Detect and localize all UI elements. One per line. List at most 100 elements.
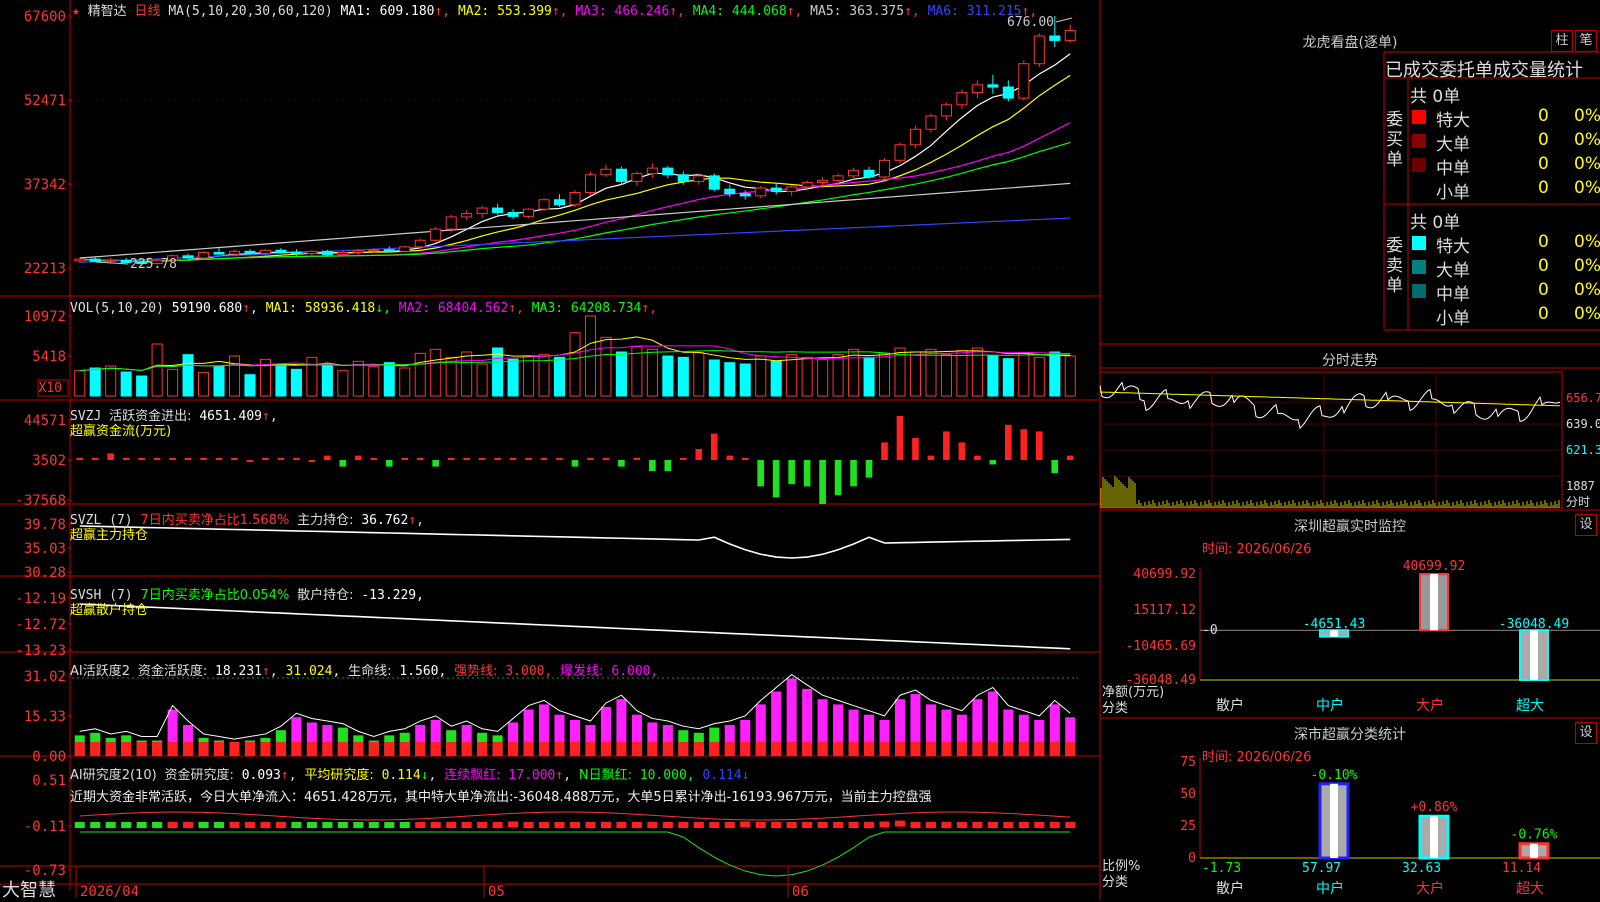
volume-bar (321, 364, 333, 397)
active-base-bar (569, 742, 581, 756)
brand-logo[interactable]: 大智慧 (2, 876, 56, 902)
research-bar (554, 822, 565, 828)
candle-body (352, 250, 364, 253)
svzj-bar (803, 460, 811, 487)
research-bar (244, 822, 256, 828)
svzj-bar (525, 457, 532, 460)
active-base-bar (105, 742, 116, 756)
ai-active-y-label: 31.02 (24, 669, 66, 685)
buy-row-name: 小单 (1436, 183, 1470, 203)
svzj-bar (153, 457, 161, 460)
buy-row-name: 特大 (1436, 111, 1470, 131)
research-bar (260, 822, 271, 828)
tick-mode-button[interactable]: 笔 (1575, 30, 1597, 52)
buy-row-pct: 0% (1574, 178, 1600, 198)
svzj-bar (308, 460, 316, 462)
stock-name[interactable]: 精智达 (88, 4, 127, 19)
monitor-bar-highlight (1430, 574, 1438, 631)
monitor-unit-label: 净额(万元) (1102, 685, 1164, 700)
fenshi-y-label: 656.7 (1566, 391, 1600, 405)
buy-row-count: 0 (1538, 106, 1549, 126)
classify-settings-button[interactable]: 设 (1575, 722, 1597, 744)
monitor-date: 时间: 2026/06/26 (1202, 542, 1312, 557)
svzj-bar (200, 457, 207, 460)
svzl-up: ↑ (408, 513, 417, 528)
volume-bar (801, 356, 813, 397)
svzj-bar (169, 457, 176, 460)
research-bar (724, 822, 735, 828)
sell-row-count: 0 (1538, 256, 1549, 276)
candle-body (770, 187, 782, 192)
research-bar (291, 822, 302, 828)
volume-bar (569, 332, 581, 397)
active-base-bar (554, 742, 565, 756)
svzj-bar (231, 457, 238, 460)
svsh-subtitle: 超赢散户持仓 (70, 603, 149, 618)
research-bar (121, 822, 132, 828)
svzj-bar (989, 460, 997, 465)
classify-change-label: -0.10% (1311, 768, 1358, 783)
vol-ma-1-value: MA1: 58936.418 (265, 301, 376, 316)
research-bar (833, 822, 844, 828)
sell-row-count: 0 (1538, 232, 1549, 252)
candle-body (755, 187, 767, 197)
active-base-bar (523, 742, 534, 756)
svzj-bar (246, 460, 254, 462)
active-base-bar (771, 742, 782, 756)
volume-bar (848, 348, 860, 397)
research-bar (987, 822, 998, 828)
svsh-line (79, 603, 1071, 650)
classify-y-label: 50 (1180, 787, 1196, 802)
volume-bar (987, 355, 999, 397)
x-axis-label: 06 (792, 884, 809, 900)
ma-6-value: MA6: 311.215 (919, 4, 1022, 19)
svzj-y-label: -37568 (15, 493, 66, 509)
sell-row-name: 大单 (1436, 261, 1470, 281)
active-base-bar (260, 742, 271, 756)
research-bar (337, 822, 348, 828)
monitor-settings-button[interactable]: 设 (1575, 514, 1597, 536)
ai-active-text3: 生命线: (348, 664, 392, 679)
ai-active-value5: 6.000, (611, 664, 659, 679)
volume-bar (167, 368, 179, 397)
research-bar (941, 822, 952, 828)
svzj-bar (370, 457, 378, 460)
classify-value-label: 11.14 (1502, 861, 1541, 876)
buy-row-pct: 0% (1574, 154, 1600, 174)
volume-bar (956, 350, 968, 397)
candle (1002, 80, 1014, 102)
bar-mode-button[interactable]: 柱 (1551, 30, 1573, 52)
svzj-bar (633, 457, 641, 460)
monitor-title: 深圳超赢实时监控 (1294, 519, 1406, 535)
candle-body (832, 175, 844, 181)
svzj-bar (679, 457, 687, 460)
buy-row-count: 0 (1538, 130, 1549, 150)
monitor-category-label: 大户 (1416, 697, 1444, 714)
vol-ma-1-arrow: ↓, (375, 301, 391, 316)
active-base-bar (90, 742, 101, 756)
volume-bar (600, 336, 612, 397)
period-label[interactable]: 日线 (135, 4, 161, 19)
research-bar (569, 822, 581, 828)
low-price-label: 225.78 (130, 257, 177, 272)
research-bar (956, 822, 967, 828)
research-bar (925, 822, 936, 828)
active-base-bar (415, 742, 426, 756)
research-bar (167, 822, 178, 828)
research-bar (508, 821, 519, 828)
classify-category-label: 中户 (1316, 880, 1344, 897)
candle-body (801, 182, 813, 188)
active-base-bar (879, 742, 890, 756)
candle-body (321, 250, 333, 256)
research-bar (90, 822, 101, 828)
svzj-bar (710, 433, 718, 460)
longhu-tabs[interactable]: 已成交委托单成交量统计 (1385, 56, 1583, 82)
ai-research-value1: 0.093 (241, 768, 281, 783)
svzj-subtitle: 超赢资金流(万元) (70, 424, 172, 439)
candle-body (987, 84, 999, 88)
svzl-y-label: 35.03 (24, 541, 66, 557)
x-axis-label: 05 (488, 884, 505, 900)
volume-bar (89, 367, 101, 397)
sell-row-swatch (1412, 260, 1426, 274)
research-bar (709, 822, 720, 828)
